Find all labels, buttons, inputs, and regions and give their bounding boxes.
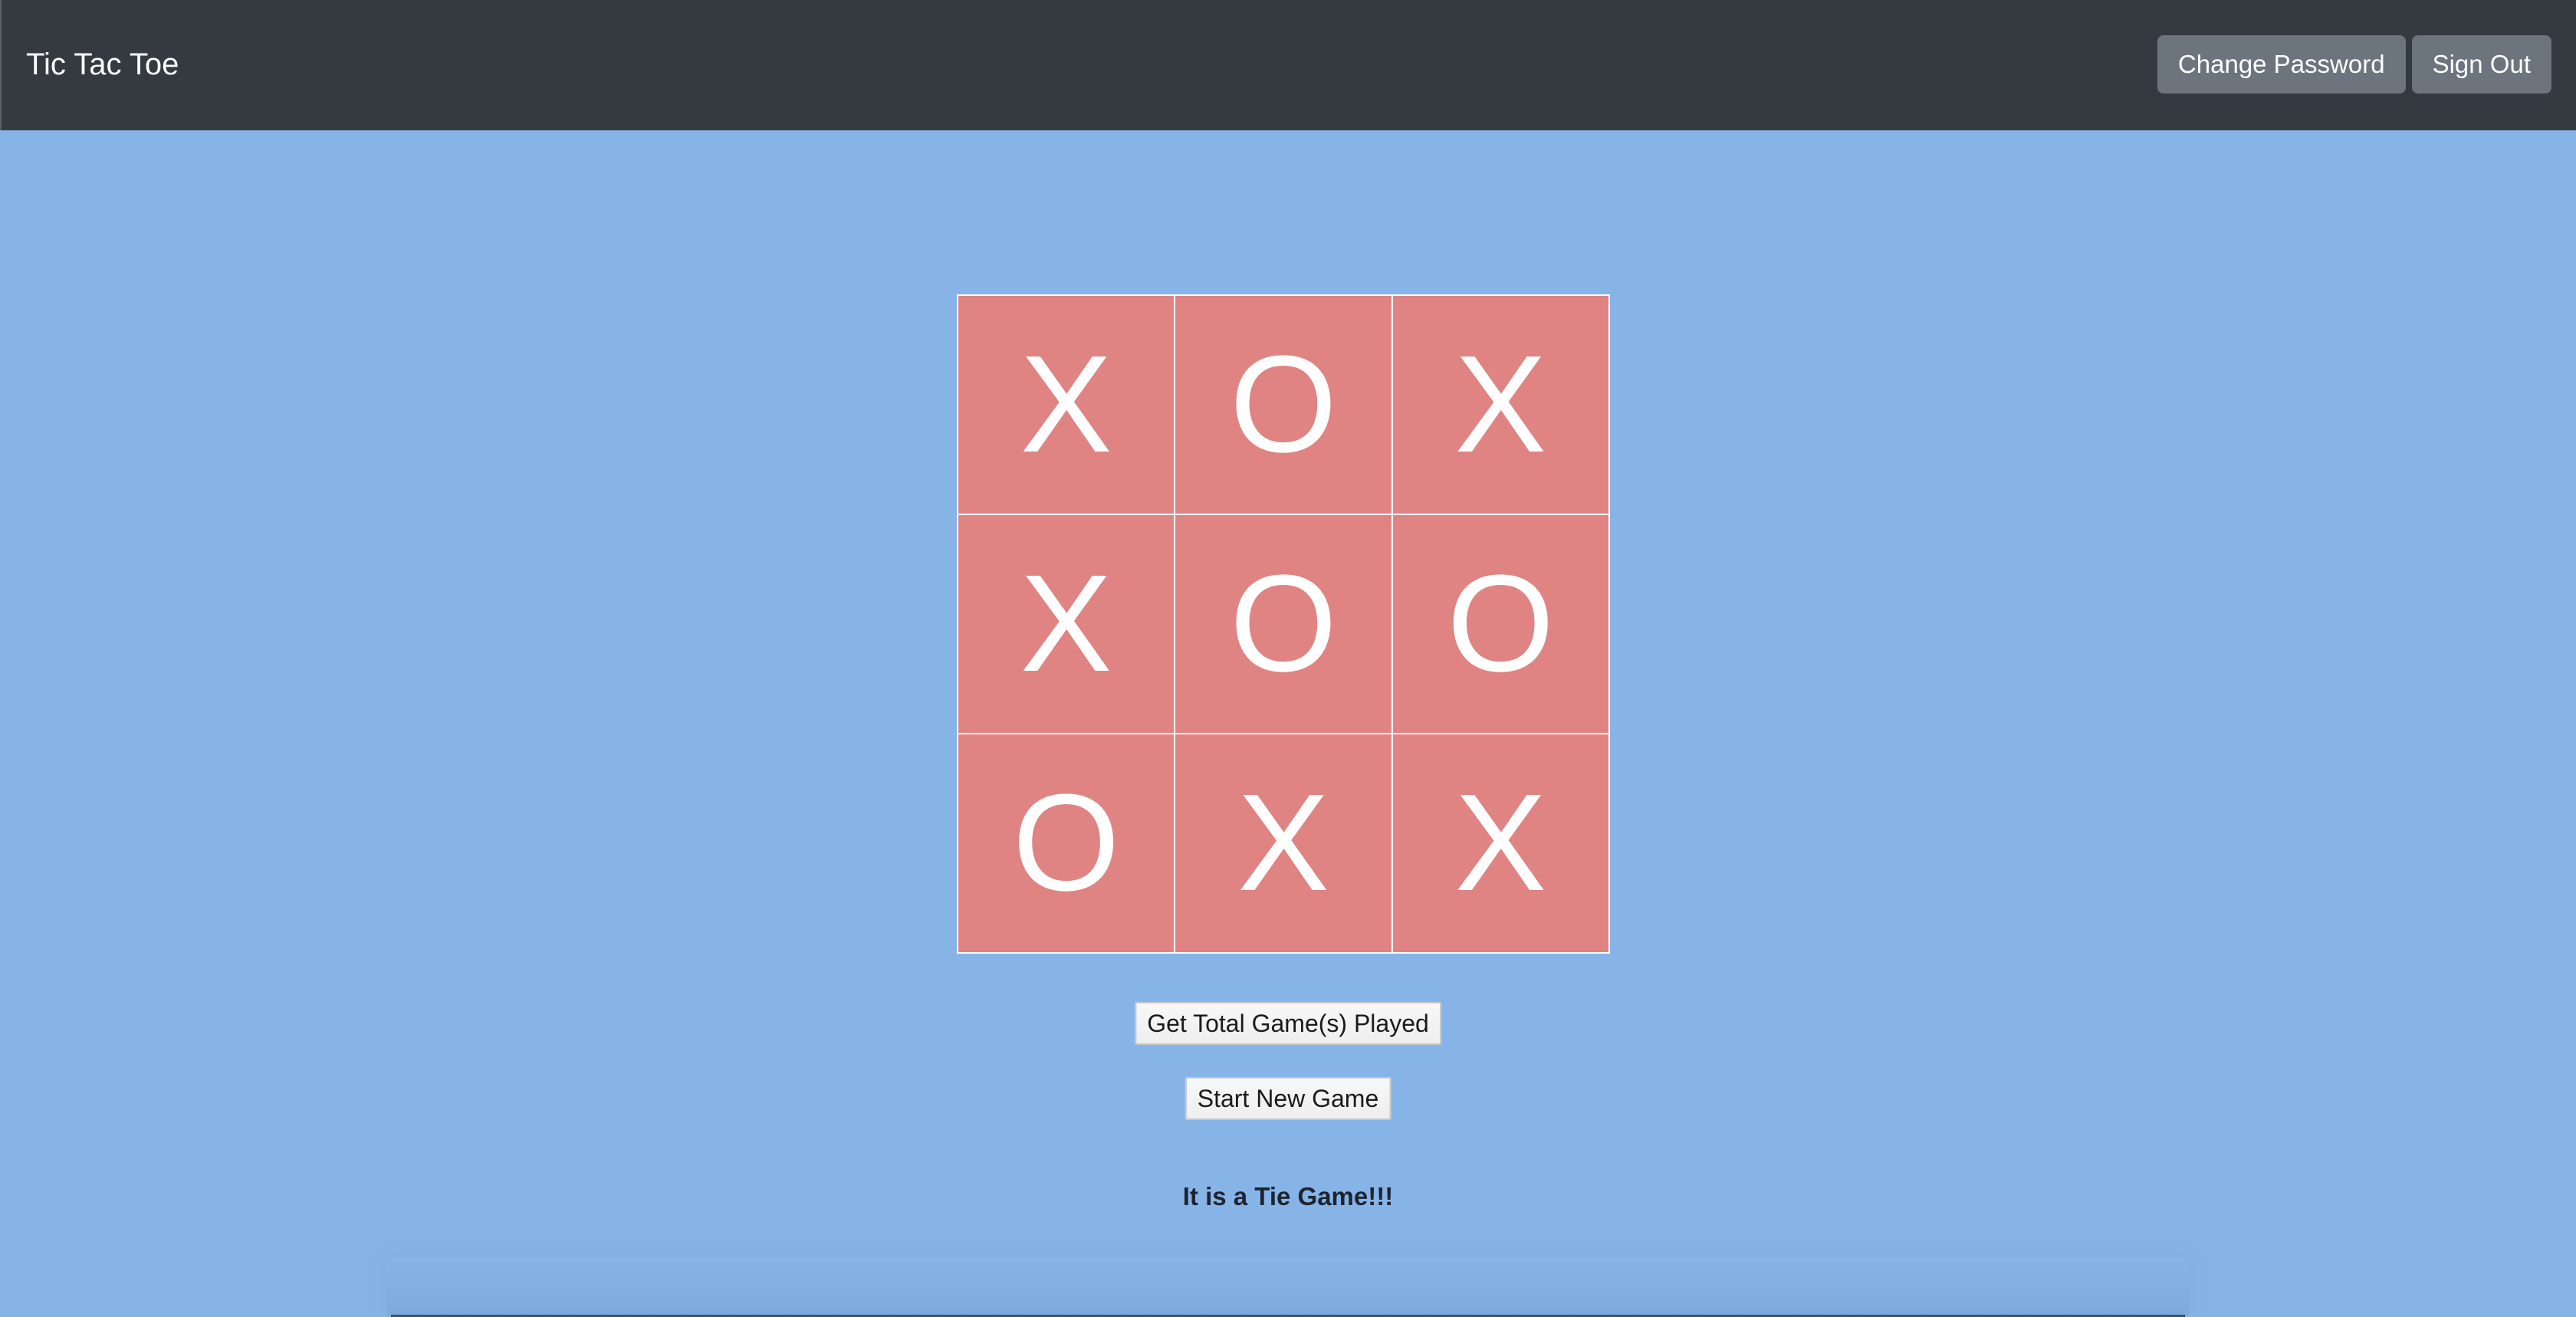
board-cell-2[interactable]: X [1392,296,1608,514]
navbar: Tic Tac Toe Change Password Sign Out [0,0,2576,130]
game-status-message: It is a Tie Game!!! [1182,1182,1394,1210]
board-cell-0[interactable]: X [958,296,1175,514]
get-total-games-button[interactable]: Get Total Game(s) Played [1135,1002,1441,1045]
change-password-button[interactable]: Change Password [2157,35,2406,94]
board-cell-5[interactable]: O [1392,515,1608,733]
board-cell-4[interactable]: O [1175,515,1392,733]
app-title: Tic Tac Toe [26,48,179,81]
board-cell-8[interactable]: X [1392,734,1608,952]
board-cell-7[interactable]: X [1175,734,1392,952]
board-cell-1[interactable]: O [1175,296,1392,514]
sign-out-button[interactable]: Sign Out [2411,35,2551,94]
board-cell-3[interactable]: X [958,515,1175,733]
bottom-panel-shadow [387,1257,2189,1317]
start-new-game-button[interactable]: Start New Game [1184,1077,1392,1120]
board-cell-6[interactable]: O [958,734,1175,952]
game-board: X O X X O O O X X [957,294,1610,954]
nav-button-group: Change Password Sign Out [2157,35,2551,94]
